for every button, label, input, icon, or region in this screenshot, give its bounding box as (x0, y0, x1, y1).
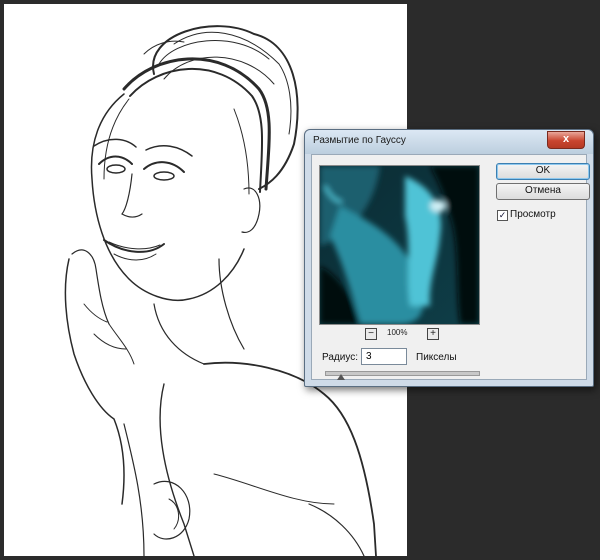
close-button[interactable]: x (547, 131, 585, 149)
preview-image (320, 166, 479, 324)
radius-slider-thumb[interactable] (336, 374, 345, 380)
radius-slider-track[interactable] (325, 371, 480, 376)
dialog-titlebar[interactable]: Размытие по Гауссу x (305, 130, 593, 154)
zoom-out-button[interactable]: − (365, 328, 377, 340)
ok-button[interactable]: OK (496, 163, 590, 180)
cancel-button[interactable]: Отмена (496, 183, 590, 200)
dialog-title: Размытие по Гауссу (313, 135, 406, 146)
close-icon: x (562, 133, 570, 145)
dialog-body: − 100% + Радиус: Пикселы OK Отмена ✓ Про… (311, 154, 590, 380)
preview-checkbox[interactable]: ✓ (497, 210, 508, 221)
radius-input[interactable] (361, 348, 407, 365)
radius-label: Радиус: (322, 352, 358, 363)
blur-preview[interactable] (319, 165, 480, 325)
zoom-level-readout: 100% (387, 328, 408, 337)
checkmark-icon: ✓ (498, 210, 507, 220)
units-label: Пикселы (416, 352, 457, 363)
gaussian-blur-dialog: Размытие по Гауссу x − 100% + Радиус: 3 … (304, 129, 594, 387)
zoom-in-button[interactable]: + (427, 328, 439, 340)
preview-label: Просмотр (510, 209, 556, 220)
zoom-out-icon: − (368, 328, 374, 339)
zoom-in-icon: + (430, 328, 436, 339)
